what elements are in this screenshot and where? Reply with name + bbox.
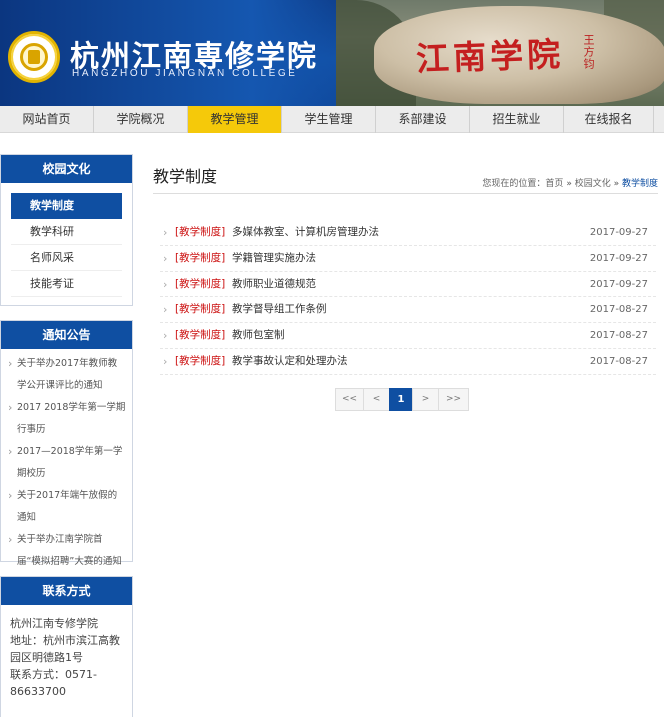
sidebar-notice: 通知公告 关于举办2017年教师教学公开课评比的通知 2017 2018学年第一…: [0, 320, 133, 567]
main-nav: 网站首页 学院概况 教学管理 学生管理 系部建设 招生就业 在线报名: [0, 106, 664, 133]
nav-item-home[interactable]: 网站首页: [0, 106, 94, 133]
breadcrumb-separator: »: [613, 179, 620, 189]
breadcrumb: 您现在的位置：首页 » 校园文化 » 教学制度: [482, 176, 658, 189]
article-category[interactable]: [教学制度]: [175, 297, 225, 322]
nav-item-admissions[interactable]: 招生就业: [470, 106, 564, 133]
list-item[interactable]: › [教学制度] 教师包室制 2017-08-27: [160, 323, 656, 349]
pager-last-button[interactable]: >>: [438, 388, 469, 411]
list-item[interactable]: › [教学制度] 学籍管理实施办法 2017-09-27: [160, 246, 656, 272]
nav-item-students[interactable]: 学生管理: [282, 106, 376, 133]
article-date: 2017-09-27: [589, 227, 648, 238]
chevron-right-icon: ›: [163, 303, 168, 317]
chevron-right-icon: ›: [163, 226, 168, 239]
sidebar-culture-menu: 教学制度 教学科研 名师风采 技能考证: [1, 183, 132, 297]
notice-item[interactable]: 关于举办2017年教师教学公开课评比的通知: [7, 353, 126, 397]
article-category[interactable]: [教学制度]: [175, 246, 225, 271]
article-category[interactable]: [教学制度]: [175, 323, 225, 348]
pager-current-page[interactable]: 1: [389, 388, 413, 411]
notice-item[interactable]: 2017 2018学年第一学期行事历: [7, 397, 126, 441]
article-list: › [教学制度] 多媒体教室、计算机房管理办法 2017-09-27 › [教学…: [160, 220, 656, 375]
stone-inscription: 江南学院: [415, 34, 565, 79]
chevron-right-icon: ›: [163, 354, 168, 368]
school-name-en: HANGZHOU JIANGNAN COLLEGE: [72, 68, 298, 79]
article-title[interactable]: 教学督导组工作条例: [232, 297, 327, 322]
pager-prev-button[interactable]: <: [363, 388, 390, 411]
sidebar-item-teaching-rules[interactable]: 教学制度: [11, 193, 122, 219]
notice-item[interactable]: 关于2017年端午放假的通知: [7, 485, 126, 529]
article-date: 2017-08-27: [589, 330, 648, 342]
article-category[interactable]: [教学制度]: [175, 272, 225, 297]
contact-phone: 联系方式：0571-86633700: [10, 668, 97, 698]
contact-info: 杭州江南专修学院 地址：杭州市滨江高教园区明德路1号 联系方式：0571-866…: [1, 605, 132, 700]
chevron-right-icon: ›: [163, 277, 168, 291]
chevron-right-icon: ›: [163, 329, 168, 343]
list-item[interactable]: › [教学制度] 教学督导组工作条例 2017-08-27: [160, 297, 656, 324]
list-item[interactable]: › [教学制度] 多媒体教室、计算机房管理办法 2017-09-27: [160, 220, 656, 246]
pager-next-button[interactable]: >: [412, 388, 439, 411]
site-header: 杭州江南専修学院 HANGZHOU JIANGNAN COLLEGE 江南学院 …: [0, 0, 664, 106]
pager-first-button[interactable]: <<: [335, 388, 364, 411]
title-divider: [153, 193, 658, 194]
article-date: 2017-08-27: [589, 355, 648, 367]
nav-item-apply[interactable]: 在线报名: [564, 106, 654, 133]
chevron-right-icon: ›: [163, 251, 168, 265]
article-date: 2017-09-27: [589, 278, 648, 290]
article-category[interactable]: [教学制度]: [175, 349, 225, 374]
list-item[interactable]: › [教学制度] 教学事故认定和处理办法 2017-08-27: [160, 349, 656, 375]
logo-core: [28, 50, 40, 64]
sidebar-culture: 校园文化 教学制度 教学科研 名师风采 技能考证: [0, 154, 133, 306]
stone-signature: 王方钧: [582, 34, 595, 70]
breadcrumb-separator: »: [566, 179, 572, 189]
breadcrumb-home[interactable]: 首页: [545, 179, 563, 189]
notice-item[interactable]: 关于举办江南学院首届“模拟招聘”大赛的通知: [7, 529, 126, 573]
sidebar-notice-title: 通知公告: [1, 321, 132, 349]
article-title[interactable]: 教师职业道德规范: [232, 272, 316, 297]
nav-item-teaching[interactable]: 教学管理: [188, 106, 282, 133]
breadcrumb-parent[interactable]: 校园文化: [575, 179, 611, 189]
page-title: 教学制度: [153, 167, 218, 186]
notice-list: 关于举办2017年教师教学公开课评比的通知 2017 2018学年第一学期行事历…: [1, 349, 132, 573]
contact-name: 杭州江南专修学院: [10, 617, 98, 630]
sidebar-item-research[interactable]: 教学科研: [11, 219, 122, 245]
college-logo-icon[interactable]: [8, 31, 60, 83]
article-date: 2017-08-27: [589, 304, 648, 316]
article-category[interactable]: [教学制度]: [175, 220, 225, 245]
article-title[interactable]: 多媒体教室、计算机房管理办法: [232, 220, 379, 245]
nav-item-departments[interactable]: 系部建设: [376, 106, 470, 133]
breadcrumb-current[interactable]: 教学制度: [622, 179, 658, 189]
banner-photo: 江南学院 王方钧: [336, 0, 664, 106]
article-date: 2017-09-27: [589, 252, 648, 264]
article-title[interactable]: 学籍管理实施办法: [232, 246, 316, 271]
notice-item[interactable]: 2017—2018学年第一学期校历: [7, 441, 126, 485]
breadcrumb-prefix: 您现在的位置：: [482, 179, 546, 189]
article-title[interactable]: 教学事故认定和处理办法: [232, 349, 348, 374]
contact-address: 地址：杭州市滨江高教园区明德路1号: [10, 634, 120, 664]
nav-item-about[interactable]: 学院概况: [94, 106, 188, 133]
article-title[interactable]: 教师包室制: [232, 323, 285, 348]
pagination: << < 1 > >>: [335, 388, 469, 411]
sidebar-item-certificates[interactable]: 技能考证: [11, 271, 122, 297]
sidebar-item-teachers[interactable]: 名师风采: [11, 245, 122, 271]
list-item[interactable]: › [教学制度] 教师职业道德规范 2017-09-27: [160, 272, 656, 298]
sidebar-culture-title: 校园文化: [1, 155, 132, 183]
sidebar-contact: 联系方式 杭州江南专修学院 地址：杭州市滨江高教园区明德路1号 联系方式：057…: [0, 576, 133, 717]
sidebar-contact-title: 联系方式: [1, 577, 132, 605]
